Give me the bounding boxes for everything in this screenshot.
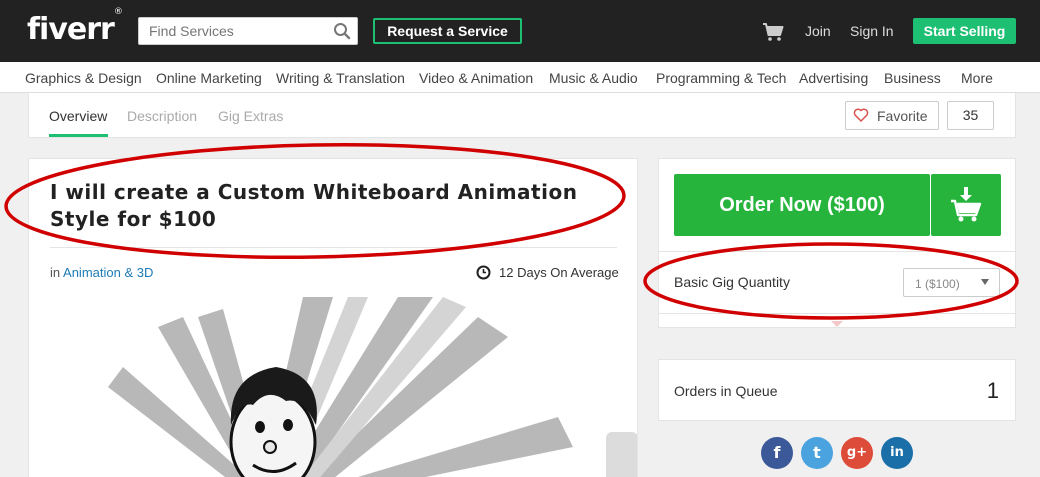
category-writing-translation[interactable]: Writing & Translation bbox=[276, 70, 405, 86]
quantity-select[interactable]: 1 ($100) bbox=[903, 268, 1000, 297]
top-header: fiverr® Request a Service Join Sign In S… bbox=[0, 0, 1040, 62]
favorite-button[interactable]: Favorite bbox=[845, 101, 939, 130]
dropdown-arrow-icon bbox=[981, 279, 989, 285]
tab-description[interactable]: Description bbox=[127, 108, 197, 124]
googleplus-glyph: g+ bbox=[846, 445, 868, 460]
join-link[interactable]: Join bbox=[805, 23, 831, 39]
category-more[interactable]: More bbox=[961, 70, 993, 86]
cart-download-icon bbox=[951, 187, 982, 222]
request-service-button[interactable]: Request a Service bbox=[373, 18, 522, 44]
sign-in-link[interactable]: Sign In bbox=[850, 23, 894, 39]
fiverr-logo[interactable]: fiverr® bbox=[27, 7, 123, 47]
category-video-animation[interactable]: Video & Animation bbox=[419, 70, 533, 86]
divider bbox=[659, 251, 1015, 252]
category-programming-tech[interactable]: Programming & Tech bbox=[656, 70, 786, 86]
divider bbox=[659, 313, 1015, 314]
linkedin-glyph: in bbox=[890, 445, 904, 460]
category-music-audio[interactable]: Music & Audio bbox=[549, 70, 638, 86]
category-nav: Graphics & Design Online Marketing Writi… bbox=[0, 62, 1040, 93]
orders-queue-panel: Orders in Queue 1 bbox=[658, 359, 1016, 421]
tab-gig-extras[interactable]: Gig Extras bbox=[218, 108, 283, 124]
heart-icon bbox=[853, 108, 869, 122]
orders-queue-label: Orders in Queue bbox=[674, 383, 778, 399]
gig-category-link[interactable]: Animation & 3D bbox=[63, 265, 153, 280]
divider bbox=[50, 247, 617, 248]
googleplus-share-icon[interactable]: g+ bbox=[841, 437, 873, 469]
facebook-glyph: f bbox=[773, 443, 781, 462]
twitter-share-icon[interactable]: t bbox=[801, 437, 833, 469]
tab-overview[interactable]: Overview bbox=[49, 108, 107, 124]
delivery-time: 12 Days On Average bbox=[499, 265, 619, 280]
category-online-marketing[interactable]: Online Marketing bbox=[156, 70, 262, 86]
clock-icon bbox=[476, 265, 491, 280]
search-icon[interactable] bbox=[333, 22, 351, 40]
gig-preview-image[interactable] bbox=[48, 297, 638, 477]
logo-text: fiverr bbox=[27, 12, 115, 47]
pointer-arrow bbox=[831, 321, 843, 327]
search-input[interactable] bbox=[139, 18, 329, 44]
favorite-count: 35 bbox=[947, 101, 994, 130]
facebook-share-icon[interactable]: f bbox=[761, 437, 793, 469]
logo-registered-mark: ® bbox=[113, 7, 123, 17]
favorite-label: Favorite bbox=[877, 108, 928, 124]
orders-queue-count: 1 bbox=[986, 378, 999, 403]
active-tab-indicator bbox=[49, 134, 108, 137]
search-box bbox=[138, 17, 358, 45]
gig-card: I will create a Custom Whiteboard Animat… bbox=[28, 158, 638, 477]
order-now-button[interactable]: Order Now ($100) bbox=[674, 174, 930, 236]
category-graphics-design[interactable]: Graphics & Design bbox=[25, 70, 142, 86]
category-prefix: in bbox=[50, 265, 61, 280]
add-to-cart-button[interactable] bbox=[931, 174, 1001, 236]
order-panel: Order Now ($100) Basic Gig Quantity 1 ($… bbox=[658, 158, 1016, 328]
start-selling-button[interactable]: Start Selling bbox=[913, 18, 1016, 44]
gig-tabs-panel: Overview Description Gig Extras Favorite… bbox=[28, 93, 1016, 138]
category-business[interactable]: Business bbox=[884, 70, 941, 86]
shopping-cart-icon[interactable] bbox=[762, 22, 784, 42]
gig-title: I will create a Custom Whiteboard Animat… bbox=[50, 180, 578, 231]
twitter-glyph: t bbox=[813, 443, 821, 462]
quantity-value: 1 ($100) bbox=[915, 277, 960, 291]
linkedin-share-icon[interactable]: in bbox=[881, 437, 913, 469]
quantity-label: Basic Gig Quantity bbox=[674, 274, 790, 290]
gig-category: in Animation & 3D bbox=[50, 265, 153, 280]
category-advertising[interactable]: Advertising bbox=[799, 70, 868, 86]
